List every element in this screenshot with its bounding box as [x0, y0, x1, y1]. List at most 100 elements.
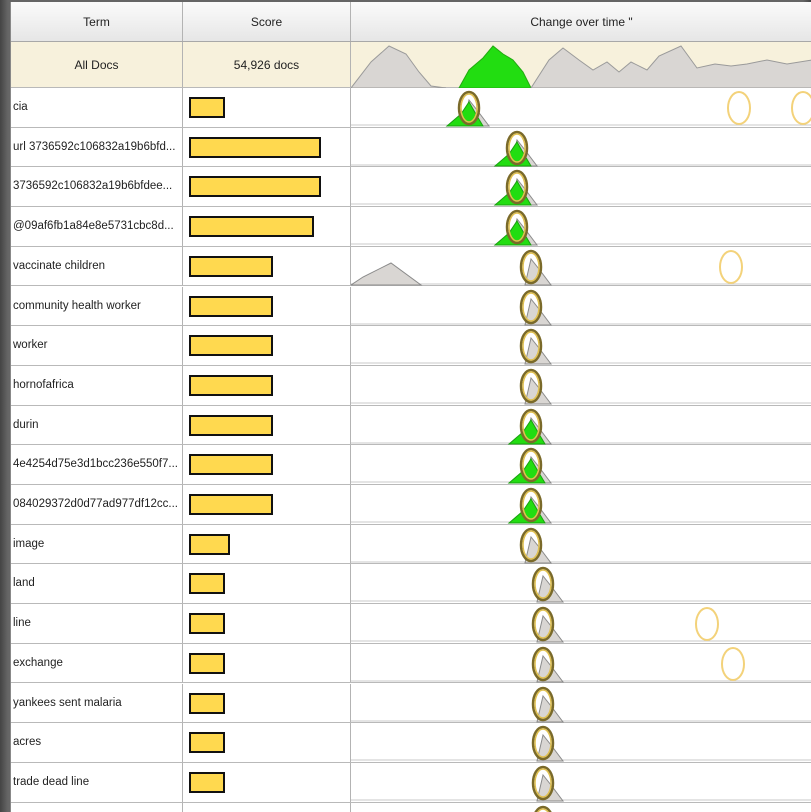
- term-cell: image: [11, 524, 183, 564]
- term-cell: yankees sent malaria: [11, 683, 183, 723]
- score-cell: [183, 167, 351, 207]
- score-cell: [183, 127, 351, 167]
- score-cell: [183, 524, 351, 564]
- term-cell: trade dead line: [11, 762, 183, 802]
- term-sparkline: [351, 646, 811, 683]
- score-cell: [183, 88, 351, 127]
- score-bar: [189, 732, 225, 754]
- score-cell: [183, 365, 351, 405]
- score-cell: [183, 246, 351, 286]
- table-row[interactable]: durin: [11, 405, 811, 446]
- sparkline-cell: [351, 287, 811, 326]
- table-row[interactable]: cia: [11, 88, 811, 128]
- term-sparkline: [351, 725, 811, 762]
- term-sparkline: [351, 527, 811, 564]
- all-docs-row[interactable]: All Docs 54,926 docs: [11, 42, 811, 88]
- sparkline-cell: [351, 564, 811, 603]
- table-row[interactable]: url 3736592c106832a19b6bfd...: [11, 127, 811, 168]
- secondary-marker-ring: [695, 607, 719, 642]
- table-row[interactable]: 3736592c106832a19b6bfdee...: [11, 167, 811, 208]
- score-column-header[interactable]: Score: [183, 2, 351, 41]
- change-column-header[interactable]: Change over time ": [351, 2, 811, 41]
- term-sparkline: [351, 368, 811, 405]
- table-row[interactable]: yankees sent malaria: [11, 683, 811, 724]
- term-cell: acres: [11, 723, 183, 762]
- table-row[interactable]: worker: [11, 326, 811, 366]
- sparkline-cell: [351, 207, 811, 246]
- term-sparkline: [351, 130, 811, 167]
- sparkline-cell: [351, 88, 811, 127]
- sparkline-cell: [351, 525, 811, 564]
- term-label: hornofafrica: [13, 378, 74, 391]
- score-bar: [189, 652, 225, 674]
- term-label: trade dead line: [13, 775, 90, 788]
- term-cell: land: [11, 564, 183, 604]
- term-cell: 3736592c106832a19b6bfdee...: [11, 167, 183, 207]
- sparkline-cell: [351, 167, 811, 206]
- sparkline-cell: [351, 366, 811, 405]
- score-header-label: Score: [250, 14, 283, 29]
- table-row[interactable]: @09af6fb1a84e8e5731cbc8d...: [11, 207, 811, 247]
- term-sparkline: [351, 170, 811, 206]
- term-label: vaccinate children: [13, 259, 106, 272]
- term-label: line: [13, 617, 31, 630]
- term-header-label: Term: [83, 14, 110, 29]
- score-cell: [183, 326, 351, 365]
- score-cell: [183, 683, 351, 723]
- score-bar: [189, 335, 273, 357]
- table-row[interactable]: trade dead line: [11, 762, 811, 803]
- sparkline-cell: [351, 128, 811, 167]
- term-sparkline: [534, 805, 552, 812]
- score-bar: [189, 573, 225, 595]
- table-row[interactable]: acres: [11, 723, 811, 763]
- table-row[interactable]: [11, 802, 811, 812]
- score-cell: [183, 485, 351, 524]
- term-label: durin: [13, 418, 39, 431]
- secondary-marker-ring: [719, 249, 743, 284]
- term-cell: hornofafrica: [11, 365, 183, 405]
- score-bar: [189, 692, 225, 714]
- term-cell: url 3736592c106832a19b6bfd...: [11, 127, 183, 167]
- table-row[interactable]: hornofafrica: [11, 365, 811, 406]
- table-row[interactable]: image: [11, 524, 811, 565]
- term-label: acres: [13, 736, 42, 749]
- table-row[interactable]: exchange: [11, 643, 811, 684]
- score-cell: [183, 643, 351, 683]
- secondary-marker-ring: [727, 91, 751, 125]
- score-bar: [189, 533, 230, 555]
- sparkline-cell: [351, 644, 811, 683]
- term-cell: exchange: [11, 643, 183, 683]
- table-row[interactable]: 4e4254d75e3d1bcc236e550f7...: [11, 445, 811, 485]
- sparkline-cell: [351, 723, 811, 762]
- term-sparkline: [351, 686, 811, 722]
- sparkline-cell: [351, 247, 811, 286]
- term-cell: community health worker: [11, 286, 183, 326]
- score-bar: [189, 176, 321, 198]
- score-cell: [183, 723, 351, 762]
- term-sparkline: [351, 249, 811, 286]
- term-cell: vaccinate children: [11, 246, 183, 286]
- term-cell: @09af6fb1a84e8e5731cbc8d...: [11, 207, 183, 246]
- term-label: @09af6fb1a84e8e5731cbc8d...: [13, 220, 174, 233]
- sparkline-cell: [351, 485, 811, 524]
- all-docs-count: 54,926 docs: [233, 57, 300, 72]
- sparkline-hill: [351, 262, 423, 286]
- sparkline-cell: [351, 763, 811, 802]
- window-frame: Term Score Change over time " All Docs 5…: [0, 0, 811, 812]
- change-header-label: Change over time ": [530, 14, 633, 29]
- table-row[interactable]: community health worker: [11, 286, 811, 327]
- table-row[interactable]: 084029372d0d77ad977df12cc...: [11, 485, 811, 525]
- term-label: image: [13, 537, 45, 550]
- score-bar: [189, 494, 273, 515]
- term-label: 4e4254d75e3d1bcc236e550f7...: [13, 458, 178, 471]
- term-sparkline: [351, 408, 811, 445]
- term-sparkline: [351, 487, 811, 524]
- score-bar: [189, 414, 273, 436]
- term-column-header[interactable]: Term: [11, 2, 183, 41]
- table-row[interactable]: line: [11, 604, 811, 644]
- score-cell: [183, 405, 351, 445]
- table-row[interactable]: vaccinate children: [11, 246, 811, 287]
- score-cell: [183, 564, 351, 604]
- term-cell: worker: [11, 326, 183, 365]
- table-row[interactable]: land: [11, 564, 811, 605]
